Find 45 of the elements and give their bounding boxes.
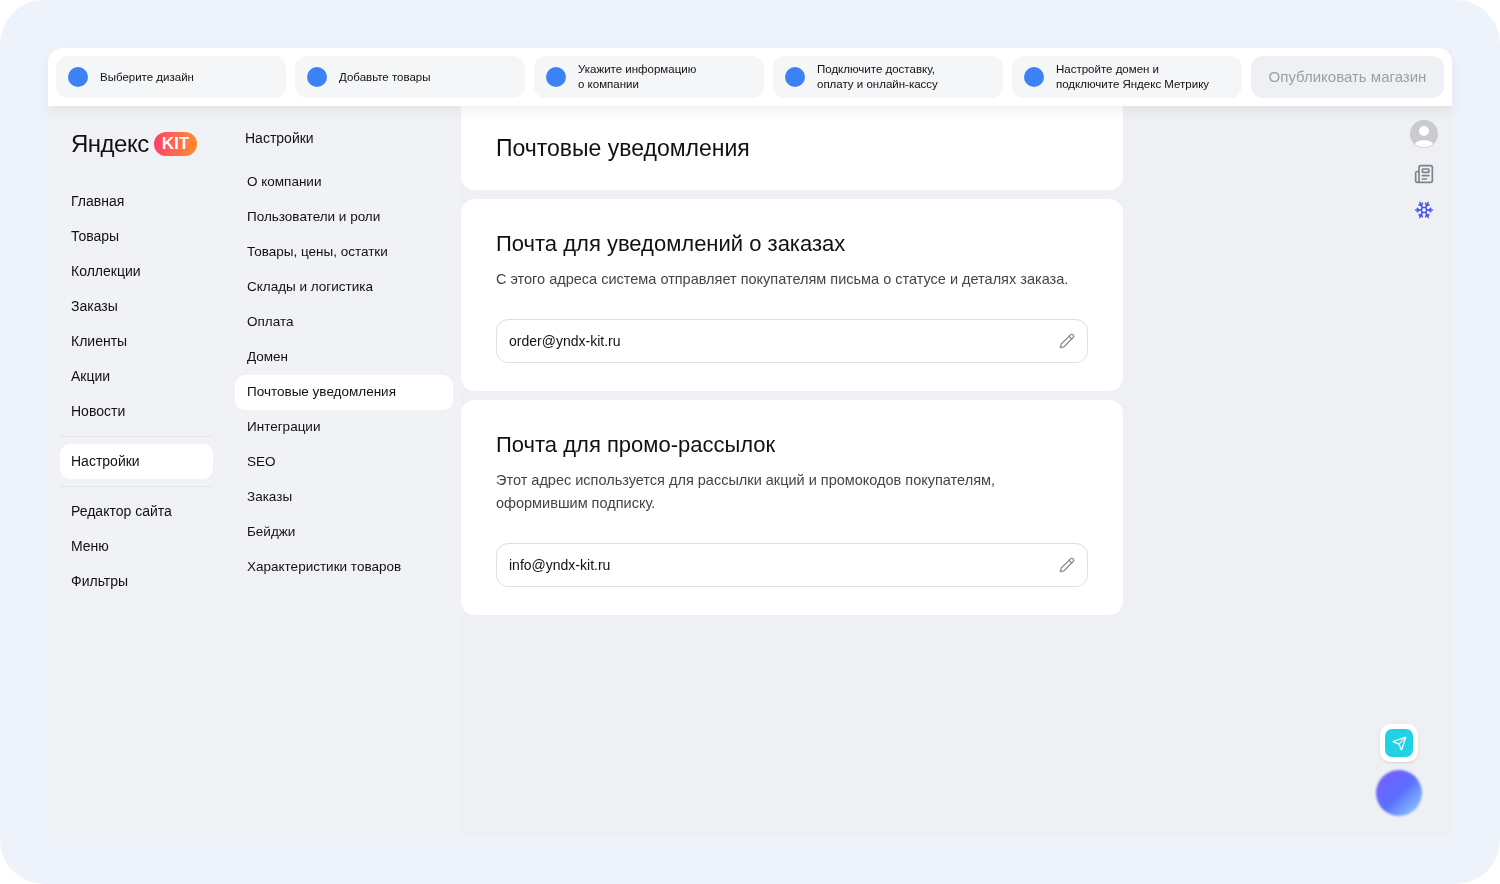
section-title: Почта для уведомлений о заказах xyxy=(496,230,847,258)
email-field[interactable]: info@yndx-kit.ru xyxy=(496,543,1088,587)
nav-item[interactable]: Коллекции xyxy=(60,254,213,289)
nav-item[interactable]: Настройки xyxy=(60,444,213,479)
nav-item[interactable]: Главная xyxy=(60,184,213,219)
logo-badge: KIT xyxy=(153,132,198,156)
avatar-icon[interactable] xyxy=(1409,120,1438,148)
step-item[interactable]: Добавьте товары xyxy=(295,56,525,98)
submenu-item[interactable]: Характеристики товаров xyxy=(235,550,453,585)
submenu-item[interactable]: Склады и логистика xyxy=(235,270,453,305)
step-item[interactable]: Подключите доставку, оплату и онлайн-кассу xyxy=(773,56,1003,98)
nav-item[interactable]: Фильтры xyxy=(60,564,213,599)
nav-item[interactable]: Меню xyxy=(60,529,213,564)
snowflake-icon[interactable] xyxy=(1413,200,1434,220)
section-title: Почта для промо-рассылок xyxy=(496,431,777,459)
step-item[interactable]: Выберите дизайн xyxy=(56,56,286,98)
nav-item[interactable]: Новости xyxy=(60,394,213,429)
nav-item[interactable]: Товары xyxy=(60,219,213,254)
submenu-item[interactable]: SEO xyxy=(235,445,453,480)
edit-icon[interactable] xyxy=(1059,333,1075,349)
step-item[interactable]: Укажите информацию о компании xyxy=(534,56,764,98)
submenu-item[interactable]: Заказы xyxy=(235,480,453,515)
submenu-item[interactable]: Товары, цены, остатки xyxy=(235,235,453,270)
news-icon[interactable] xyxy=(1413,164,1434,184)
submenu-item[interactable]: Пользователи и роли xyxy=(235,200,453,235)
submenu-item[interactable]: Бейджи xyxy=(235,515,453,550)
submenu-item[interactable]: Оплата xyxy=(235,305,453,340)
nav-item[interactable]: Акции xyxy=(60,359,213,394)
submenu-item[interactable]: Почтовые уведомления xyxy=(235,375,453,410)
nav-item[interactable]: Клиенты xyxy=(60,324,213,359)
email-field[interactable]: order@yndx-kit.ru xyxy=(496,319,1088,363)
submenu-item[interactable]: Домен xyxy=(235,340,453,375)
assistant-orb[interactable] xyxy=(1376,770,1422,816)
logo-wordmark: Яндекс xyxy=(71,129,149,159)
submenu-item[interactable]: Интеграции xyxy=(235,410,453,445)
telegram-icon[interactable] xyxy=(1380,724,1418,762)
nav-item[interactable]: Заказы xyxy=(60,289,213,324)
submenu-title: Настройки xyxy=(244,129,315,148)
section-description: С этого адреса система отправляет покупателям письма о статусе и деталях заказа. xyxy=(496,270,1070,289)
section-description: Этот адрес используется для рассылки акций и промокодов покупателям, оформившим подписку. xyxy=(496,471,996,513)
nav-item[interactable]: Редактор сайта xyxy=(60,494,213,529)
submenu-item[interactable]: О компании xyxy=(235,165,453,200)
page-title: Почтовые уведомления xyxy=(496,133,750,163)
step-item[interactable]: Настройте домен и подключите Яндекс Метрику xyxy=(1012,56,1242,98)
edit-icon[interactable] xyxy=(1059,557,1075,573)
